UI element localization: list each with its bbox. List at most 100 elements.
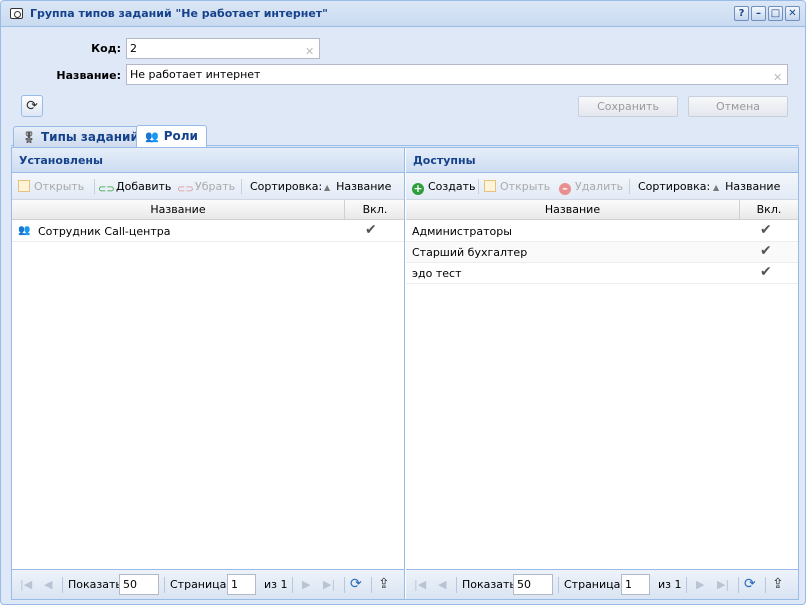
row-name: эдо тест [412, 267, 462, 280]
camera-icon [10, 8, 23, 19]
sort-asc-icon: ▲ [324, 183, 331, 192]
check-icon: ✔ [365, 222, 377, 238]
available-pager: |◀ ◀ Показать 50 Страница 1 из 1 ▶ ▶| ⟳ … [406, 569, 798, 599]
table-row[interactable]: 👥 Сотрудник Call-центра ✔ [12, 221, 404, 242]
column-header-name[interactable]: Название [406, 200, 740, 220]
code-label: Код: [91, 42, 121, 55]
pager-separator [164, 577, 165, 593]
open-button[interactable]: Открыть [484, 180, 550, 193]
toolbar-separator [478, 179, 479, 194]
name-value: Не работает интернет [130, 68, 261, 81]
clear-icon[interactable]: ✕ [305, 42, 314, 61]
sort-value: Название [336, 180, 392, 193]
toolbar-separator [241, 179, 242, 194]
export-icon[interactable]: ⇪ [772, 576, 784, 592]
installed-toolbar: Открыть ⊂⊃Добавить ⊂⊃Убрать Сортировка: … [12, 173, 404, 200]
window-titlebar[interactable]: Группа типов заданий "Не работает интерн… [1, 1, 805, 27]
table-row[interactable]: эдо тест ✔ [406, 263, 798, 284]
pager-separator [456, 577, 457, 593]
minimize-button[interactable]: – [751, 6, 766, 21]
tab-roles[interactable]: 👥 Роли [136, 125, 207, 148]
pager-separator [765, 577, 766, 593]
first-page-icon[interactable]: |◀ [414, 578, 426, 591]
clear-icon[interactable]: ✕ [773, 68, 782, 87]
page-size-input[interactable]: 50 [513, 574, 553, 595]
page-input[interactable]: 1 [621, 574, 650, 595]
toolbar-separator [629, 179, 630, 194]
show-label: Показать [68, 578, 122, 591]
check-icon: ✔ [760, 243, 772, 259]
sort-name-button[interactable]: ▲ Название [713, 180, 780, 193]
document-icon [484, 180, 496, 192]
last-page-icon[interactable]: ▶| [717, 578, 729, 591]
sort-label: Сортировка: [638, 180, 711, 193]
page-label: Страница [170, 578, 227, 591]
export-icon[interactable]: ⇪ [378, 576, 390, 592]
installed-panel-title: Установлены [12, 148, 404, 173]
of-pages-label: из 1 [658, 578, 682, 591]
open-label: Открыть [34, 180, 85, 193]
prev-page-icon[interactable]: ◀ [438, 578, 446, 591]
add-label: Добавить [116, 180, 172, 193]
next-page-icon[interactable]: ▶ [696, 578, 704, 591]
maximize-button[interactable]: □ [768, 6, 783, 21]
prev-page-icon[interactable]: ◀ [44, 578, 52, 591]
pager-separator [371, 577, 372, 593]
column-header-enabled[interactable]: Вкл. [740, 200, 798, 220]
reload-icon[interactable]: ⟳ [744, 576, 756, 592]
row-name: Сотрудник Call-центра [38, 225, 171, 238]
sort-asc-icon: ▲ [713, 183, 720, 192]
code-field[interactable]: 2 ✕ [126, 38, 320, 59]
tab-label: Роли [163, 129, 198, 143]
installed-panel: Установлены Открыть ⊂⊃Добавить ⊂⊃Убрать … [12, 148, 405, 599]
next-page-icon[interactable]: ▶ [302, 578, 310, 591]
row-name: Администраторы [412, 225, 512, 238]
help-button[interactable]: ? [734, 6, 749, 21]
dialog-window: Группа типов заданий "Не работает интерн… [0, 0, 806, 605]
close-button[interactable]: ✕ [785, 6, 800, 21]
column-header-enabled[interactable]: Вкл. [345, 200, 405, 220]
tab-label: Типы заданий [40, 130, 139, 144]
refresh-button[interactable]: ⟳ [21, 95, 43, 117]
page-label: Страница [564, 578, 621, 591]
create-label: Создать [428, 180, 476, 193]
of-pages-label: из 1 [264, 578, 288, 591]
sort-value: Название [725, 180, 781, 193]
column-header-name[interactable]: Название [12, 200, 345, 220]
check-icon: ✔ [760, 222, 772, 238]
delete-button[interactable]: – Удалить [559, 180, 623, 195]
reload-icon[interactable]: ⟳ [350, 576, 362, 592]
installed-grid-header: Название Вкл. [12, 200, 404, 220]
last-page-icon[interactable]: ▶| [323, 578, 335, 591]
plus-icon: + [412, 182, 424, 195]
save-button[interactable]: Сохранить [578, 96, 678, 117]
pager-separator [738, 577, 739, 593]
link-remove-icon: ⊂⊃ [177, 184, 194, 195]
table-row[interactable]: Старший бухгалтер ✔ [406, 242, 798, 263]
available-panel: Доступны + Создать Открыть – Удалить Сорти… [406, 148, 798, 599]
tab-task-types[interactable]: 🎖 Типы заданий [13, 126, 148, 147]
name-label: Название: [56, 69, 121, 82]
minus-icon: – [559, 183, 571, 195]
link-add-icon: ⊂⊃ [98, 184, 115, 195]
first-page-icon[interactable]: |◀ [20, 578, 32, 591]
installed-pager: |◀ ◀ Показать 50 Страница 1 из 1 ▶ ▶| ⟳ … [12, 569, 404, 599]
page-input[interactable]: 1 [227, 574, 256, 595]
row-name: Старший бухгалтер [412, 246, 528, 259]
sort-name-button[interactable]: ▲ Название [324, 180, 391, 193]
pager-separator [558, 577, 559, 593]
code-value: 2 [130, 42, 137, 55]
name-field[interactable]: Не работает интернет ✕ [126, 64, 788, 85]
create-button[interactable]: + Создать [412, 180, 476, 195]
remove-label: Убрать [195, 180, 236, 193]
roles-panels: Установлены Открыть ⊂⊃Добавить ⊂⊃Убрать … [11, 147, 799, 600]
available-grid-header: Название Вкл. [406, 200, 798, 220]
remove-button[interactable]: ⊂⊃Убрать [177, 180, 235, 196]
page-size-input[interactable]: 50 [119, 574, 159, 595]
open-button[interactable]: Открыть [18, 180, 84, 193]
add-button[interactable]: ⊂⊃Добавить [98, 180, 171, 196]
cancel-button[interactable]: Отмена [688, 96, 788, 117]
document-icon [18, 180, 30, 192]
table-row[interactable]: Администраторы ✔ [406, 221, 798, 242]
users-icon: 👥 [18, 225, 31, 236]
